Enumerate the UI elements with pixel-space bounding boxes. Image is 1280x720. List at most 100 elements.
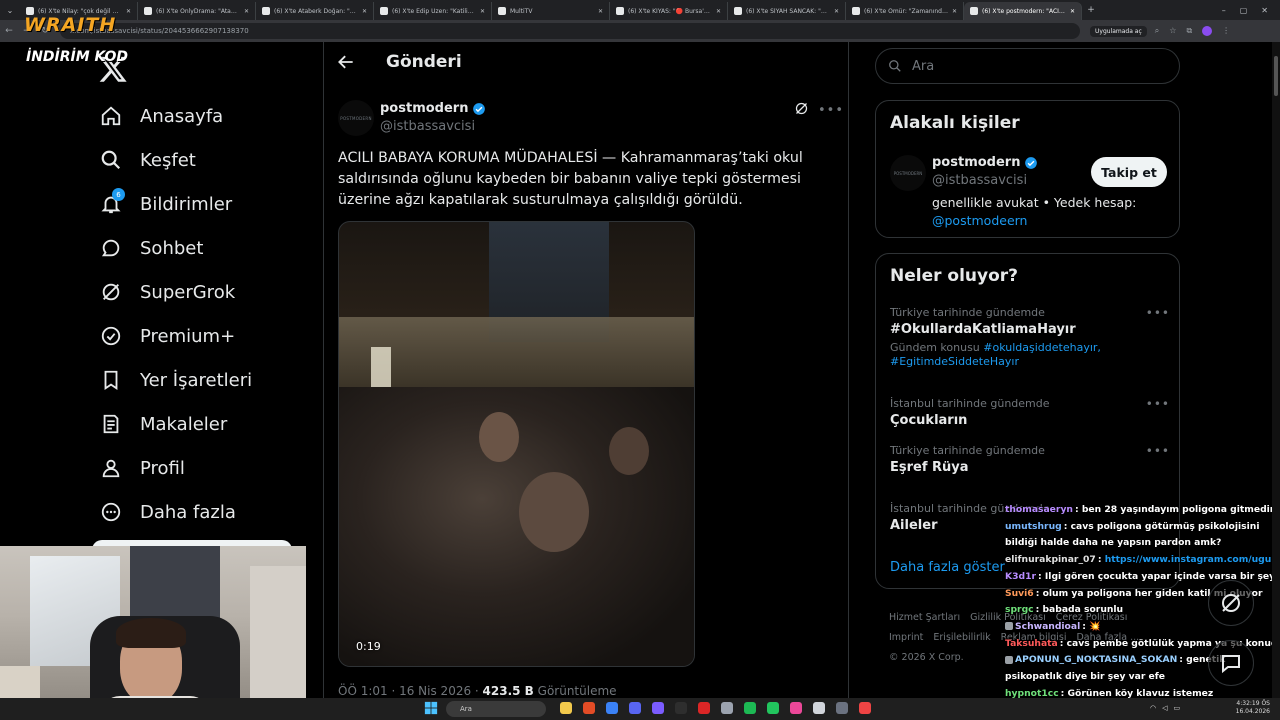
taskbar-search-label: Ara	[460, 705, 472, 713]
chat-message: umutshrug: cavs poligona götürmüş psikol…	[1005, 519, 1280, 552]
chat-username: thomasaeryn	[1005, 504, 1073, 515]
tab-close-icon[interactable]: ✕	[716, 8, 721, 15]
browser-tab[interactable]: (6) X'te KIYAS: "🔴 Bursa'da sa ✕	[610, 2, 728, 20]
follow-button[interactable]: Takip et	[1091, 157, 1167, 187]
app-icon[interactable]	[675, 702, 687, 714]
messages-floating-button[interactable]	[1208, 640, 1254, 686]
tab-close-icon[interactable]: ✕	[952, 8, 957, 15]
trend-item[interactable]: İstanbul tarihinde gündemde Çocukların •••	[890, 397, 1170, 428]
minimize-icon[interactable]: –	[1222, 6, 1226, 15]
related-bio-link[interactable]: @postmodeern	[932, 213, 1027, 228]
back-nav-icon[interactable]: ←	[0, 26, 18, 36]
copyright: © 2026 X Corp.	[889, 652, 964, 663]
browser-tab[interactable]: MultiTV ✕	[492, 2, 610, 20]
sidebar-item-chat[interactable]: Sohbet	[90, 226, 310, 270]
url-field[interactable]: x.com/istbassavcisi/status/2044536662907…	[60, 23, 1080, 39]
browser-tab[interactable]: (6) X'te Edip Üzen: "Katilin baba ✕	[374, 2, 492, 20]
app-icon[interactable]	[767, 702, 779, 714]
grok-floating-button[interactable]	[1208, 580, 1254, 626]
grok-icon[interactable]	[794, 101, 809, 116]
scrollbar-thumb[interactable]	[1274, 56, 1278, 96]
zoom-icon[interactable]: ⌕	[1155, 26, 1159, 36]
avatar[interactable]: POSTMODERN	[338, 100, 374, 136]
clock[interactable]: 4:32:19 ÖS 16.04.2026	[1180, 700, 1270, 716]
browser-menu-icon[interactable]: ⋮	[1222, 26, 1230, 36]
obs-icon[interactable]	[836, 702, 848, 714]
sidebar-item-bell[interactable]: 6 Bildirimler	[90, 182, 310, 226]
search-input[interactable]: Ara	[875, 48, 1180, 84]
edge-icon[interactable]	[606, 702, 618, 714]
sidebar-item-home[interactable]: Anasayfa	[90, 94, 310, 138]
system-tray: ◠ ◁ ▭	[1150, 704, 1180, 712]
related-handle[interactable]: @istbassavcisi	[932, 173, 1027, 188]
tab-close-icon[interactable]: ✕	[126, 8, 131, 15]
volume-icon[interactable]: ◁	[1162, 704, 1167, 712]
related-name[interactable]: postmodern	[932, 155, 1038, 170]
footer-link[interactable]: Imprint	[889, 632, 923, 643]
app-icon[interactable]	[813, 702, 825, 714]
app-icon[interactable]	[652, 702, 664, 714]
new-tab-button[interactable]: +	[1082, 5, 1100, 15]
close-window-icon[interactable]: ✕	[1261, 6, 1268, 15]
author-name[interactable]: postmodern	[380, 101, 486, 116]
post-video[interactable]	[338, 221, 695, 667]
related-bio: genellikle avukat • Yedek hesap: @postmo…	[932, 194, 1172, 230]
author-handle[interactable]: @istbassavcisi	[380, 119, 475, 134]
more-options-icon[interactable]: •••	[818, 103, 844, 118]
chat-text: : Ilgi gören çocukta yapar içinde varsa …	[1038, 570, 1280, 582]
sidebar-item-label: Profil	[140, 457, 185, 479]
tab-close-icon[interactable]: ✕	[362, 8, 367, 15]
message-icon	[1222, 655, 1240, 674]
footer-link[interactable]: Erişilebilirlik	[933, 632, 990, 643]
footer-link[interactable]: Hizmet Şartları	[889, 612, 960, 623]
sidebar-item-premium[interactable]: Premium+	[90, 314, 310, 358]
back-arrow-icon[interactable]	[336, 52, 356, 72]
trend-item[interactable]: Türkiye tarihinde gündemde Eşref Rüya •••	[890, 444, 1170, 475]
trend-context: Türkiye tarihinde gündemde	[890, 306, 1045, 319]
file-explorer-icon[interactable]	[560, 702, 572, 714]
tab-close-icon[interactable]: ✕	[480, 8, 485, 15]
sidebar-item-more-circle[interactable]: Daha fazla	[90, 490, 310, 534]
sidebar-item-articles[interactable]: Makaleler	[90, 402, 310, 446]
browser-tab[interactable]: (6) X'te SİYAH SANCAK: "🔴 Şa ✕	[728, 2, 846, 20]
tab-close-icon[interactable]: ✕	[598, 8, 603, 15]
trend-more-icon[interactable]: •••	[1146, 444, 1170, 458]
browser-tab[interactable]: (6) X'te OnlyDrama: "Ataberk D ✕	[138, 2, 256, 20]
show-more-link[interactable]: Daha fazla göster	[890, 560, 1005, 575]
browser-tab[interactable]: (6) X'te Ataberk Doğan: "https: ✕	[256, 2, 374, 20]
maximize-icon[interactable]: ▢	[1240, 6, 1248, 15]
windows-start-icon[interactable]	[424, 701, 438, 715]
trend-more-icon[interactable]: •••	[1146, 397, 1170, 411]
sidebar-item-profile[interactable]: Profil	[90, 446, 310, 490]
sidebar-item-grok[interactable]: SuperGrok	[90, 270, 310, 314]
app-icon[interactable]	[790, 702, 802, 714]
spotify-icon[interactable]	[744, 702, 756, 714]
chat-link[interactable]: https://www.instagram.com/ugur_mersinli	[1105, 554, 1280, 565]
scrollbar[interactable]	[1272, 42, 1280, 698]
chrome-icon[interactable]	[583, 702, 595, 714]
sidebar-item-search[interactable]: Keşfet	[90, 138, 310, 182]
trend-item[interactable]: Türkiye tarihinde gündemde #OkullardaKatl…	[890, 306, 1170, 369]
browser-tab[interactable]: (6) X'te postmodern: "ACILI BA ✕	[964, 2, 1082, 20]
column-divider	[848, 42, 849, 720]
profile-avatar[interactable]	[1202, 26, 1213, 36]
open-in-app-button[interactable]: Uygulamada aç	[1090, 25, 1147, 37]
app-icon[interactable]	[859, 702, 871, 714]
avatar[interactable]: POSTMODERN	[890, 155, 926, 191]
app-icon[interactable]	[698, 702, 710, 714]
tab-close-icon[interactable]: ✕	[834, 8, 839, 15]
sidebar-item-bookmark[interactable]: Yer İşaretleri	[90, 358, 310, 402]
wifi-icon[interactable]: ◠	[1150, 704, 1156, 712]
post-time[interactable]: ÖÖ 1:01 · 16 Nis 2026 ·	[338, 684, 483, 698]
taskbar-search[interactable]: Ara	[446, 701, 546, 717]
star-icon[interactable]: ☆	[1169, 26, 1176, 36]
tab-close-icon[interactable]: ✕	[244, 8, 249, 15]
extensions-icon[interactable]: ⧉	[1186, 26, 1192, 36]
tab-list-menu-icon[interactable]: ⌄	[0, 0, 20, 20]
trend-more-icon[interactable]: •••	[1146, 306, 1170, 320]
browser-tab[interactable]: (6) X'te Ömür: "Zamanında ken ✕	[846, 2, 964, 20]
app-icon[interactable]	[721, 702, 733, 714]
discord-icon[interactable]	[629, 702, 641, 714]
tab-favicon-icon	[380, 7, 388, 15]
tab-close-icon[interactable]: ✕	[1070, 8, 1075, 15]
